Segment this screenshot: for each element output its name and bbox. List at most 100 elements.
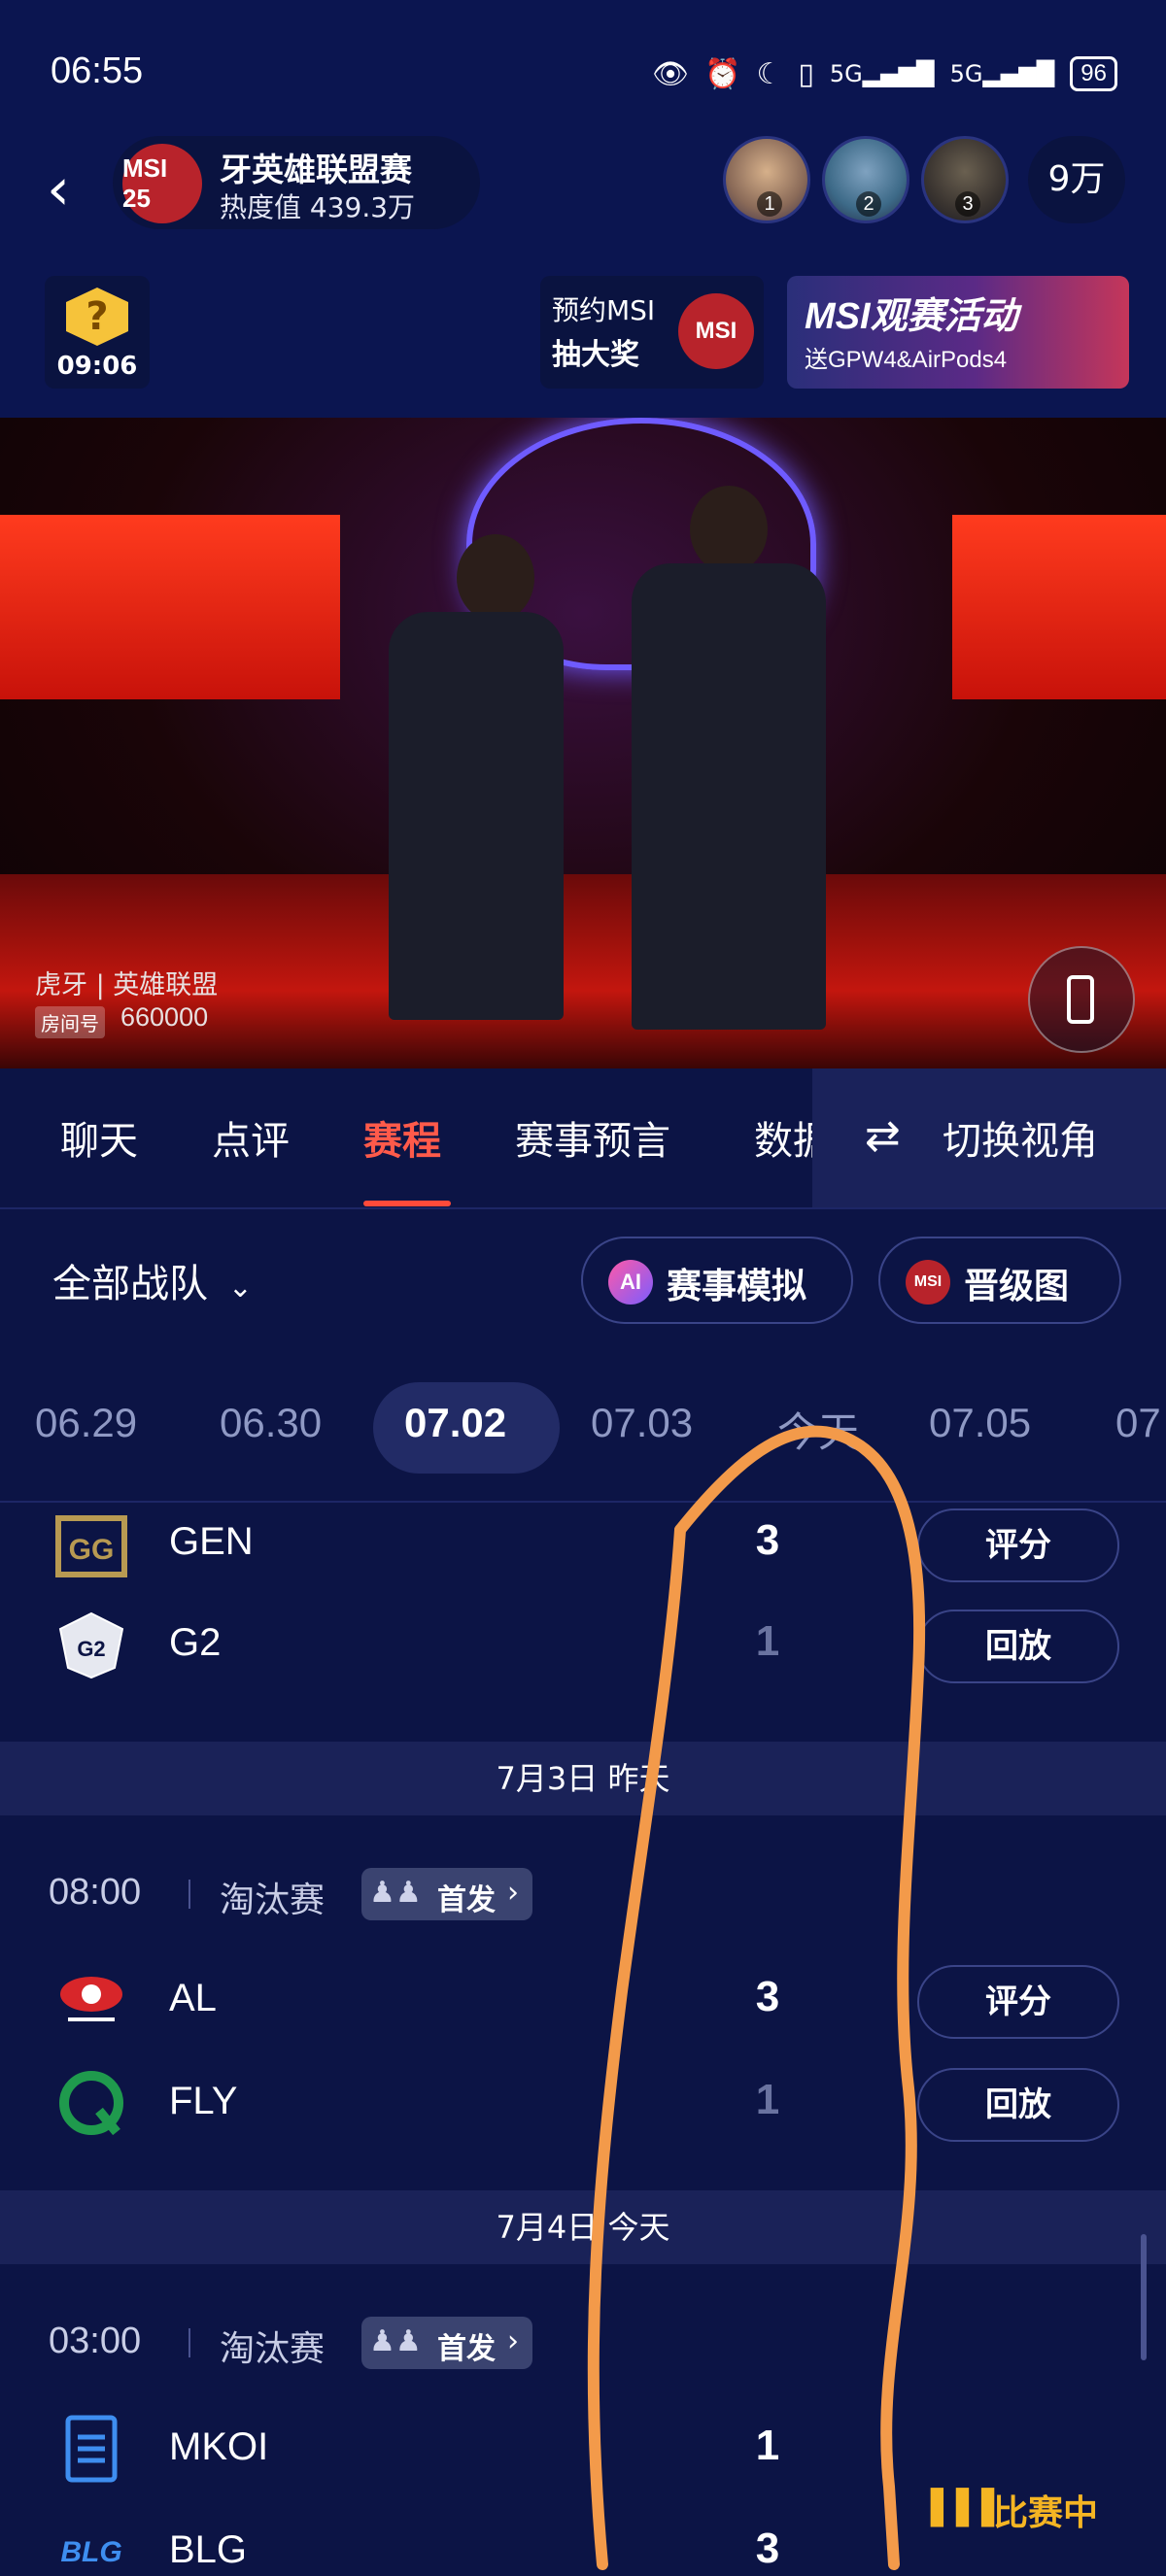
team-filter-label: 全部战队 <box>52 1262 208 1306</box>
msi-event-banner[interactable]: MSI观赛活动 送GPW4&AirPods4 <box>787 276 1129 389</box>
divider <box>189 2328 190 2357</box>
lineup-button[interactable]: ♟♟ 首发 › <box>361 2317 532 2369</box>
quiz-widget[interactable]: ? 09:06 <box>45 276 150 389</box>
channel-info[interactable]: MSI 25 牙英雄联盟赛 热度值 439.3万 <box>113 136 480 229</box>
svg-text:GG: GG <box>69 1534 115 1566</box>
live-video-player[interactable]: 虎牙 | 英雄联盟 房间号 660000 <box>0 418 1166 1068</box>
live-match-indicator[interactable]: ▌▌▌ 比赛中 <box>923 2477 1147 2535</box>
chip-label: 赛事模拟 <box>667 1267 807 1306</box>
team-name: FLY <box>169 2080 238 2122</box>
switch-view-button[interactable]: ⇄ 切换视角 <box>812 1068 1166 1207</box>
player-figure <box>457 534 534 622</box>
svg-text:BLG: BLG <box>60 2536 121 2568</box>
promo-subtitle: 送GPW4&AirPods4 <box>805 347 1008 373</box>
match-time: 08:00 <box>49 1872 142 1913</box>
promo-line2: 抽大奖 <box>552 338 639 372</box>
team-name: BLG <box>169 2528 248 2571</box>
match-meta: 08:00 淘汰赛 ♟♟ 首发 › <box>0 1854 1166 1932</box>
stage-screen-right <box>952 515 1166 699</box>
chevron-down-icon: ⌄ <box>227 1271 253 1305</box>
g2-logo-icon: G2 <box>58 1611 124 1679</box>
vibrate-icon: ▯ <box>798 56 814 91</box>
date-item-active[interactable]: 07.02 <box>404 1400 506 1446</box>
player-figure <box>690 486 768 573</box>
date-item[interactable]: 07 <box>1115 1400 1161 1446</box>
msi-logo: MSI <box>678 293 754 369</box>
chevron-right-icon: › <box>507 2324 519 2358</box>
viewer-rank-badge: 3 <box>955 191 980 217</box>
switch-view-label: 切换视角 <box>943 1119 1098 1164</box>
lineup-label: 首发 <box>437 1883 496 1917</box>
date-item[interactable]: 07.03 <box>591 1400 693 1446</box>
status-time: 06:55 <box>51 51 144 91</box>
tab-data[interactable]: 数据 <box>754 1109 812 1166</box>
match-simulation-button[interactable]: AI 赛事模拟 <box>581 1237 853 1324</box>
rotate-screen-button[interactable] <box>1028 946 1135 1053</box>
date-item[interactable]: 07.05 <box>929 1400 1031 1446</box>
status-bar: 06:55 👁 ⏰ ☾ ▯ 5G▂▄▆█ 5G▂▄▆█ 96 <box>0 0 1166 136</box>
player-figure <box>632 563 826 1030</box>
tab-chat[interactable]: 聊天 <box>60 1109 138 1166</box>
signal-5g-icon: 5G▂▄▆█ <box>829 60 935 87</box>
match-team-row: G2 G2 1 回放 <box>0 1596 1166 1693</box>
day-header: 7月4日 今天 <box>0 2190 1166 2264</box>
top-viewer-avatar-2[interactable]: 2 <box>822 136 909 223</box>
replay-button[interactable]: 回放 <box>917 1610 1119 1683</box>
room-number: 660000 <box>120 1002 209 1032</box>
rotate-phone-icon <box>1067 975 1094 1024</box>
channel-title: 牙英雄联盟赛 <box>220 151 412 188</box>
quiz-countdown: 09:06 <box>56 352 138 381</box>
top-viewer-avatar-3[interactable]: 3 <box>921 136 1009 223</box>
team-score: 1 <box>755 2076 780 2123</box>
viewer-rank-badge: 1 <box>757 191 782 217</box>
replay-button[interactable]: 回放 <box>917 2068 1119 2142</box>
channel-heat: 热度值 439.3万 <box>220 191 416 223</box>
viewer-rank-badge: 2 <box>856 191 881 217</box>
promo-title: MSI观赛活动 <box>805 296 1018 337</box>
match-team-row: AL 3 评分 <box>0 1951 1166 2049</box>
live-room-header: ‹ MSI 25 牙英雄联盟赛 热度值 439.3万 1 2 3 9万 ? 09… <box>0 136 1166 418</box>
viewer-count[interactable]: 9万 <box>1028 136 1125 223</box>
tab-prediction[interactable]: 赛事预言 <box>515 1109 670 1166</box>
date-item-today[interactable]: 今天 <box>777 1400 859 1459</box>
team-score: 1 <box>755 1617 780 1665</box>
tab-review[interactable]: 点评 <box>212 1109 290 1166</box>
swap-arrows-icon: ⇄ <box>865 1111 901 1161</box>
match-stage: 淘汰赛 <box>220 1881 326 1920</box>
promo-line1: 预约MSI <box>552 294 656 326</box>
tab-bar: 聊天 点评 赛程 赛事预言 数据 ⇄ 切换视角 <box>0 1068 1166 1209</box>
team-filter-dropdown[interactable]: 全部战队 ⌄ <box>52 1252 253 1308</box>
lineup-button[interactable]: ♟♟ 首发 › <box>361 1868 532 1920</box>
svg-text:G2: G2 <box>77 1637 105 1661</box>
date-item[interactable]: 06.30 <box>220 1400 322 1446</box>
team-name: GEN <box>169 1520 254 1563</box>
blg-logo-icon: BLG <box>60 2536 121 2568</box>
scrollbar[interactable] <box>1141 2234 1147 2360</box>
day-header: 7月3日 昨天 <box>0 1742 1166 1815</box>
status-icons: 👁 ⏰ ☾ ▯ 5G▂▄▆█ 5G▂▄▆█ 96 <box>652 56 1117 91</box>
lineup-label: 首发 <box>437 2332 496 2366</box>
battery-icon: 96 <box>1070 56 1117 91</box>
team-score: 1 <box>755 2422 780 2469</box>
video-watermark: 虎牙 | 英雄联盟 <box>35 970 219 1000</box>
channel-logo: MSI 25 <box>122 144 202 223</box>
bracket-button[interactable]: MSI 晋级图 <box>878 1237 1121 1324</box>
back-arrow-icon[interactable]: ‹ <box>47 155 70 223</box>
team-group-icon: ♟♟ <box>369 1876 422 1910</box>
filter-row: 全部战队 ⌄ AI 赛事模拟 MSI 晋级图 <box>0 1211 1166 1357</box>
chip-label: 晋级图 <box>964 1267 1070 1306</box>
tab-schedule[interactable]: 赛程 <box>363 1109 441 1166</box>
date-item[interactable]: 06.29 <box>35 1400 137 1446</box>
rating-button[interactable]: 评分 <box>917 1965 1119 2039</box>
match-meta: 03:00 淘汰赛 ♟♟ 首发 › <box>0 2303 1166 2381</box>
top-viewer-avatar-1[interactable]: 1 <box>723 136 810 223</box>
question-badge-icon: ? <box>66 288 128 346</box>
divider <box>189 1880 190 1909</box>
date-selector: 06.29 06.30 07.02 07.03 今天 07.05 07 <box>0 1357 1166 1503</box>
team-name: AL <box>169 1977 217 2019</box>
reserve-msi-banner[interactable]: 预约MSI 抽大奖 MSI <box>540 276 764 389</box>
team-score: 3 <box>755 1973 780 2020</box>
rating-button[interactable]: 评分 <box>917 1508 1119 1582</box>
active-tab-indicator <box>363 1201 451 1206</box>
match-list[interactable]: GG GEN 3 评分 G2 G2 1 回放 7月3日 昨天 08:00 淘汰赛… <box>0 1505 1166 2576</box>
